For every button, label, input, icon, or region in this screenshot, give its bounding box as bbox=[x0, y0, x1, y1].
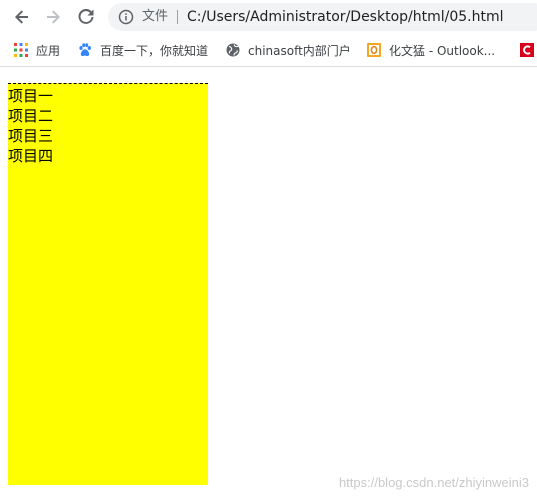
bookmark-label: chinasoft内部门户 bbox=[248, 43, 351, 58]
omnibox-separator bbox=[177, 10, 178, 24]
globe-icon bbox=[226, 43, 240, 57]
bookmark-baidu[interactable]: 百度一下，你就知道 bbox=[78, 41, 208, 59]
bookmark-apps[interactable]: 应用 bbox=[14, 41, 60, 59]
list-item: 项目三 bbox=[8, 127, 54, 145]
url-text[interactable]: C:/Users/Administrator/Desktop/html/05.h… bbox=[187, 8, 504, 26]
yellow-list-box: 项目一 项目二 项目三 项目四 bbox=[8, 83, 208, 485]
bookmark-red-c[interactable] bbox=[520, 41, 537, 59]
list-item: 项目二 bbox=[8, 107, 54, 125]
bookmark-label: 百度一下，你就知道 bbox=[100, 43, 209, 58]
page-content: 项目一 项目二 项目三 项目四 https://blog.csdn.net/zh… bbox=[0, 67, 537, 500]
red-c-icon bbox=[520, 43, 534, 57]
outlook-icon bbox=[367, 43, 381, 57]
reload-button[interactable] bbox=[74, 5, 98, 29]
back-button[interactable] bbox=[10, 5, 34, 29]
info-icon[interactable] bbox=[118, 9, 134, 25]
bookmarks-bar: 应用 百度一下，你就知道 chinasoft内部门户 化文猛 - Outlook… bbox=[0, 34, 537, 67]
watermark-text: https://blog.csdn.net/zhiyinweini3 bbox=[338, 475, 529, 490]
bookmark-label: 化文猛 - Outlook... bbox=[389, 43, 496, 58]
list-item: 项目一 bbox=[8, 87, 54, 105]
forward-button[interactable] bbox=[41, 5, 65, 29]
address-bar[interactable]: 文件 C:/Users/Administrator/Desktop/html/0… bbox=[108, 3, 537, 31]
bookmark-label: 应用 bbox=[36, 43, 61, 58]
scheme-label: 文件 bbox=[142, 9, 169, 24]
arrow-left-icon bbox=[15, 10, 28, 24]
baidu-paw-icon bbox=[79, 43, 91, 57]
reload-icon bbox=[78, 9, 94, 24]
browser-window: 文件 C:/Users/Administrator/Desktop/html/0… bbox=[0, 0, 537, 500]
browser-toolbar: 文件 C:/Users/Administrator/Desktop/html/0… bbox=[0, 0, 537, 34]
bookmark-outlook[interactable]: 化文猛 - Outlook... bbox=[367, 41, 495, 59]
bookmark-chinasoft[interactable]: chinasoft内部门户 bbox=[226, 41, 351, 59]
item-list: 项目一 项目二 项目三 项目四 bbox=[8, 84, 208, 166]
list-item: 项目四 bbox=[8, 147, 54, 165]
apps-grid-icon bbox=[14, 43, 28, 57]
arrow-right-icon bbox=[47, 10, 60, 24]
